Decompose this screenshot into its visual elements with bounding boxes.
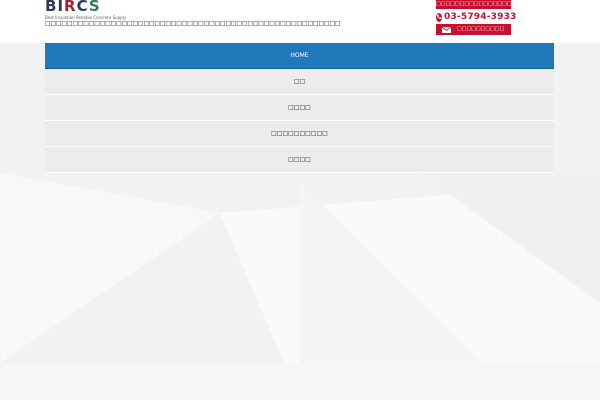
mail-icon — [442, 26, 451, 33]
logo-letter: R — [64, 0, 77, 15]
logo-letter: S — [88, 0, 101, 15]
site-header: BIRCS Best Insulation Remake Concrete Su… — [0, 0, 600, 43]
nav-item-3[interactable]: □□□□ — [45, 95, 554, 121]
page: BIRCS Best Insulation Remake Concrete Su… — [0, 0, 600, 400]
site-logo[interactable]: BIRCS Best Insulation Remake Concrete Su… — [45, 0, 165, 22]
contact-box: □□□□□□□□□□□□□□□□ 03-5794-3933 □□□□□□□□□□ — [436, 0, 516, 35]
nav-item-2[interactable]: □□ — [45, 69, 554, 95]
site-tagline: □□□□□□□□□□□□□□□□□□□□□□□□□□□□□□□□□□□□□□□□… — [45, 20, 341, 27]
mail-label: □□□□□□□□□□ — [457, 26, 505, 32]
nav-item-home[interactable]: HOME — [45, 43, 554, 69]
contact-heading: □□□□□□□□□□□□□□□□ — [436, 0, 511, 9]
nav-item-5[interactable]: □□□□ — [45, 147, 554, 173]
logo-letter: B — [45, 0, 58, 15]
phone-contact[interactable]: 03-5794-3933 — [436, 10, 516, 24]
logo-letter: C — [76, 0, 89, 15]
nav-item-4[interactable]: □□□□□□□□□□ — [45, 121, 554, 147]
logo-wordmark: BIRCS — [45, 0, 101, 15]
phone-number: 03-5794-3933 — [444, 12, 517, 22]
mail-contact-button[interactable]: □□□□□□□□□□ — [436, 24, 511, 35]
main-navigation: HOME □□ □□□□ □□□□□□□□□□ □□□□ — [45, 43, 554, 173]
phone-icon — [436, 12, 442, 22]
